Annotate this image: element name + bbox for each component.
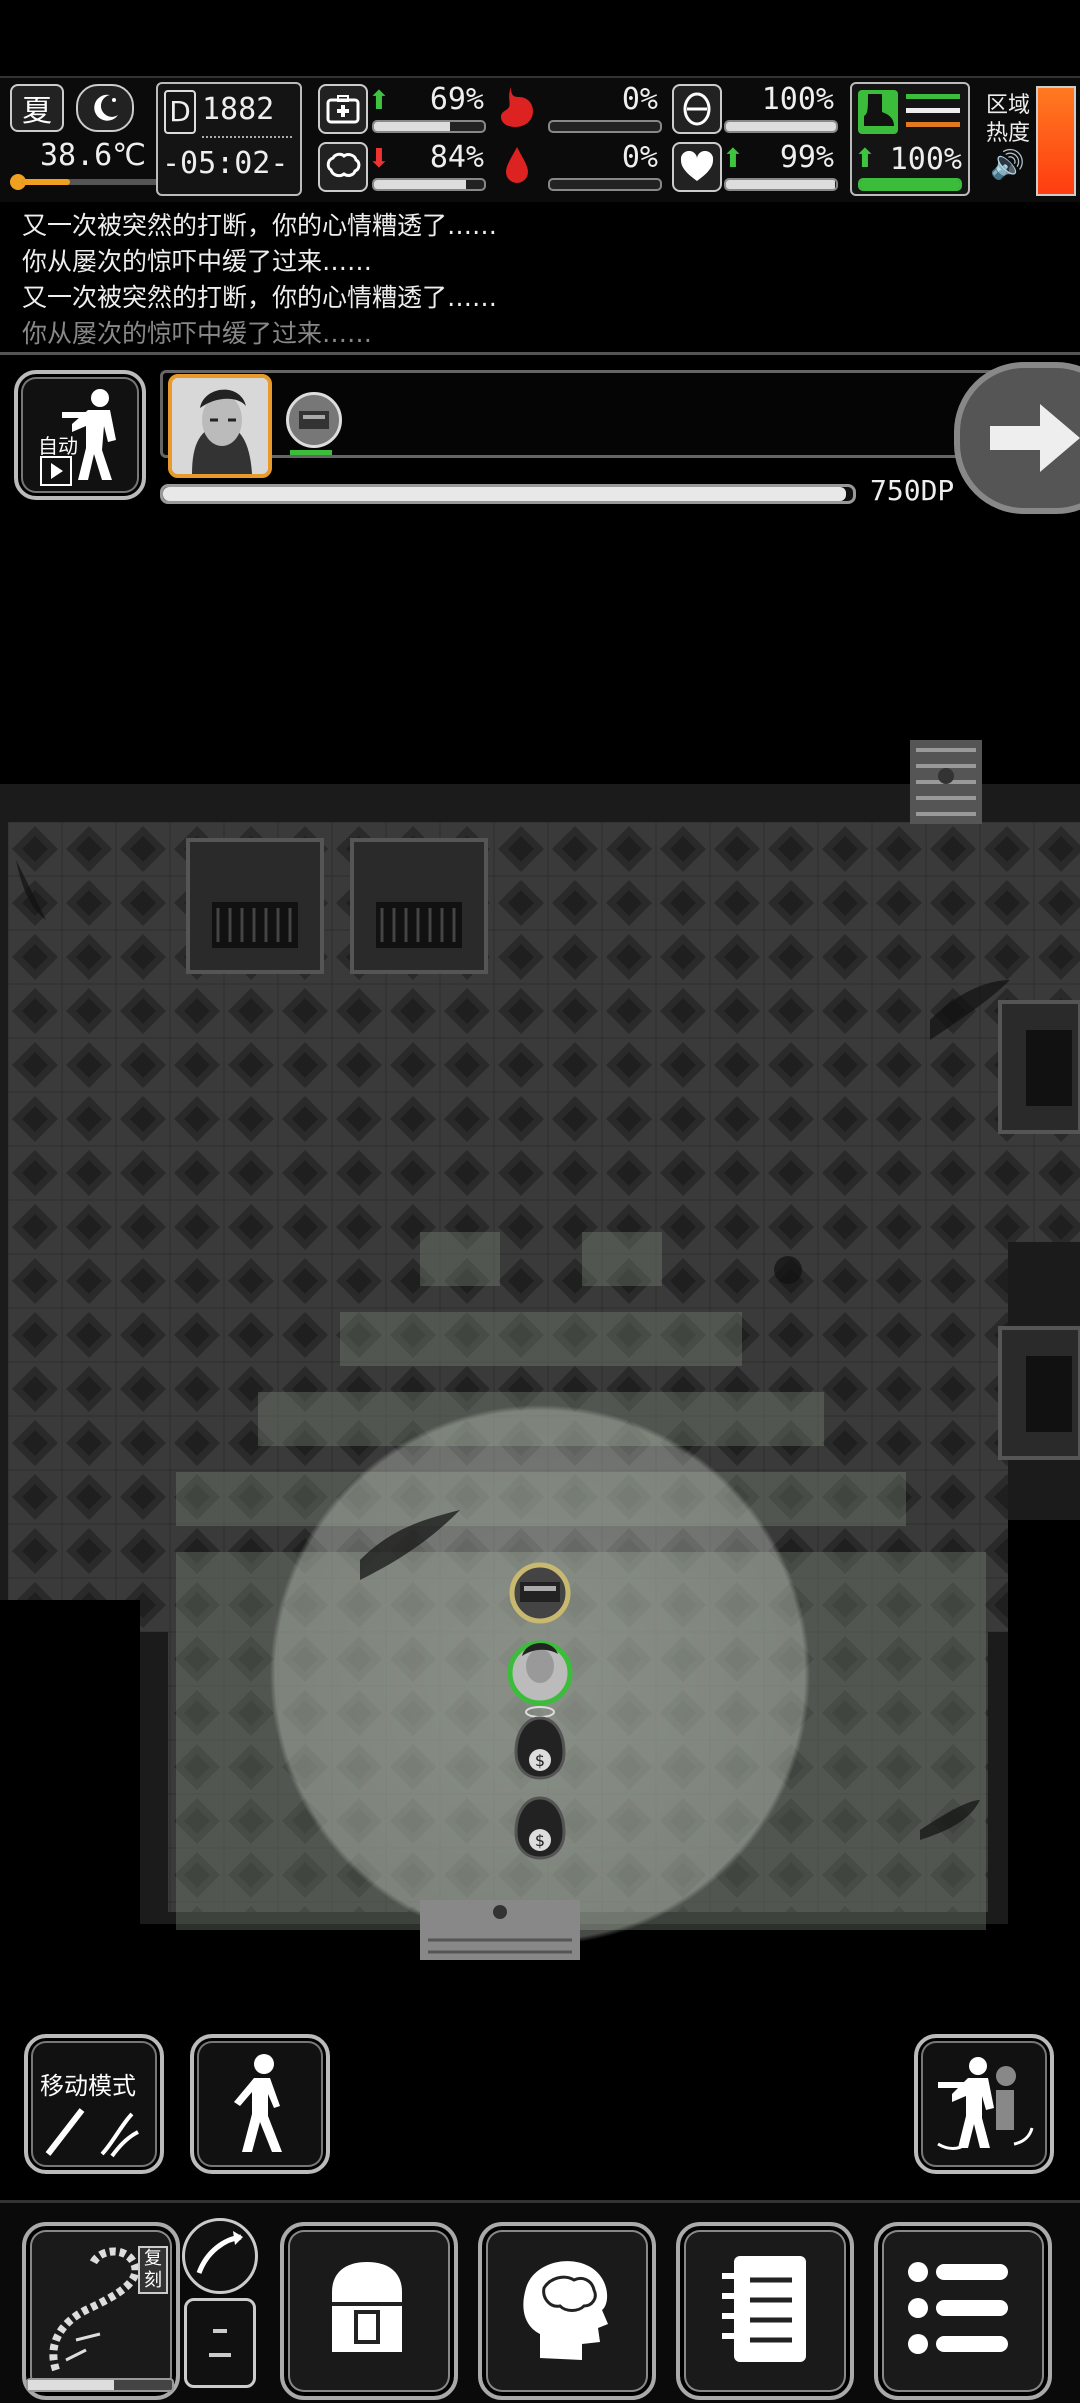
auto-combat-icon — [62, 389, 116, 480]
svg-text:$: $ — [535, 1751, 545, 1770]
clock-value: -05:02- — [162, 146, 289, 181]
thirst-value: 0% — [621, 140, 658, 175]
mood-value: 99% — [779, 140, 834, 175]
endurance-value: 100% — [889, 142, 962, 177]
throw-skill-button[interactable] — [182, 2218, 258, 2294]
svg-text:$: $ — [535, 1831, 545, 1850]
move-mode-button[interactable]: 移动模式 — [24, 2034, 164, 2174]
swap-weapon-button[interactable] — [914, 2034, 1054, 2174]
stomach-icon — [494, 84, 540, 130]
skill-cooldown-fill — [28, 2380, 115, 2390]
move-mode-label: 移动模式 — [40, 2072, 136, 2100]
loot-bag[interactable]: $ — [514, 1796, 566, 1860]
crate[interactable] — [998, 1000, 1080, 1134]
clock-divider — [202, 136, 292, 144]
map-canvas[interactable]: $ $ — [0, 740, 1080, 1960]
inventory-button[interactable] — [280, 2222, 458, 2400]
log-line: 你从屡次的惊吓中缓了过来…… — [22, 247, 373, 276]
auto-combat-button[interactable]: 自动 — [14, 370, 146, 500]
skills-button[interactable] — [478, 2222, 656, 2400]
enemy-token-icon[interactable] — [286, 392, 342, 448]
player-portrait[interactable] — [168, 374, 272, 478]
endurance-stripe-3 — [906, 122, 960, 127]
menu-icon — [908, 2262, 1008, 2354]
thirst-bar — [548, 178, 662, 191]
blood-drop-icon — [494, 142, 540, 188]
stamina-value: 100% — [761, 82, 834, 117]
zone-heat-label-line1: 区域 — [986, 93, 1031, 118]
heart-icon — [672, 142, 722, 192]
move-mode-icon — [45, 2108, 139, 2158]
engrave-label: 复刻 — [138, 2246, 168, 2294]
season-label: 夏 — [22, 94, 52, 129]
skill-slot[interactable]: 复刻 — [22, 2222, 180, 2400]
hunger-bar — [548, 120, 662, 133]
status-bar: 夏 38.6℃ D 1882 -05:02- ⬆ 69% 0% 100% ⬆ 1… — [0, 76, 1080, 204]
message-log[interactable]: 又一次被突然的打断，你的心情糟透了…… 你从屡次的惊吓中缓了过来…… 又一次被突… — [0, 202, 1080, 355]
brain-status-icon — [318, 142, 368, 192]
stairs-up[interactable] — [910, 740, 982, 824]
moon-icon — [76, 84, 134, 132]
game-map[interactable]: $ $ — [0, 740, 1080, 1960]
health-bar — [372, 120, 486, 133]
stamina-icon — [672, 84, 722, 134]
season-indicator: 夏 — [10, 84, 64, 132]
endurance-panel: ⬆ 100% — [850, 82, 970, 196]
zone-heat-label: 区域 热度 — [986, 92, 1030, 148]
endurance-stripe-2 — [906, 108, 960, 113]
brain-icon — [523, 2261, 608, 2360]
sanity-value: 84% — [429, 140, 484, 175]
skill-cooldown-bar — [26, 2378, 174, 2392]
enemy-health-bar — [290, 450, 332, 455]
journal-button[interactable] — [676, 2222, 854, 2400]
dp-progress-fill — [163, 487, 847, 501]
weapon-swap-icon — [937, 2057, 1034, 2150]
next-turn-button[interactable] — [954, 362, 1080, 514]
thermometer-icon — [10, 170, 182, 190]
day-prefix: D — [164, 90, 196, 134]
day-clock-panel: D 1882 -05:02- — [156, 82, 302, 196]
zone-heat-label-line2: 热度 — [986, 121, 1031, 146]
sanity-bar — [372, 178, 486, 191]
quick-slot[interactable] — [184, 2298, 256, 2388]
loot-bag[interactable]: $ — [514, 1716, 566, 1780]
quick-slot-icon — [209, 2329, 231, 2357]
endurance-stripe-1 — [906, 94, 960, 99]
backpack-icon — [332, 2262, 402, 2352]
walk-icon — [234, 2054, 282, 2152]
speaker-icon[interactable]: 🔊 — [990, 148, 1025, 181]
temperature-value: 38.6℃ — [40, 138, 146, 173]
throw-icon — [196, 2231, 243, 2274]
stamina-bar — [724, 120, 838, 133]
action-bar: 自动 750DP — [0, 358, 1080, 514]
endurance-bar — [858, 178, 962, 191]
health-value: 69% — [429, 82, 484, 117]
medkit-icon — [318, 84, 368, 134]
dp-progress-bar — [160, 484, 856, 504]
log-line: 又一次被突然的打断，你的心情糟透了…… — [22, 211, 498, 240]
crate[interactable] — [998, 1326, 1080, 1460]
log-line: 你从屡次的惊吓中缓了过来…… — [22, 319, 373, 348]
arrow-right-icon — [990, 404, 1080, 472]
crate[interactable] — [186, 838, 324, 974]
boot-icon — [858, 90, 898, 134]
menu-button[interactable] — [874, 2222, 1052, 2400]
enemy-token[interactable] — [509, 1562, 571, 1624]
zone-heat-gauge — [1036, 86, 1076, 196]
notes-icon — [722, 2256, 806, 2362]
hunger-value: 0% — [621, 82, 658, 117]
day-number: 1882 — [202, 92, 275, 127]
walk-button[interactable] — [190, 2034, 330, 2174]
mood-bar — [724, 178, 838, 191]
log-line: 又一次被突然的打断，你的心情糟透了…… — [22, 283, 498, 312]
dp-value: 750DP — [870, 474, 955, 507]
exit-stairs[interactable] — [420, 1900, 580, 1960]
crate[interactable] — [350, 838, 488, 974]
